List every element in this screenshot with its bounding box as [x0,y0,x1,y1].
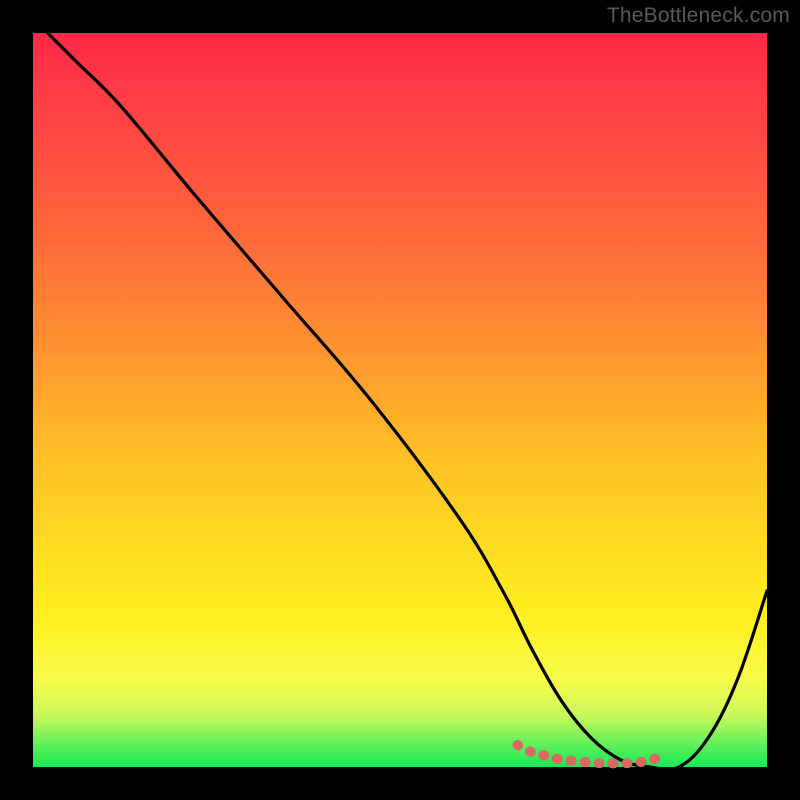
plot-area [33,33,767,767]
watermark-text: TheBottleneck.com [607,4,790,28]
chart-frame: TheBottleneck.com [0,0,800,800]
chart-svg [33,33,767,767]
optimal-range-highlight [517,745,664,763]
bottleneck-curve [48,33,767,770]
